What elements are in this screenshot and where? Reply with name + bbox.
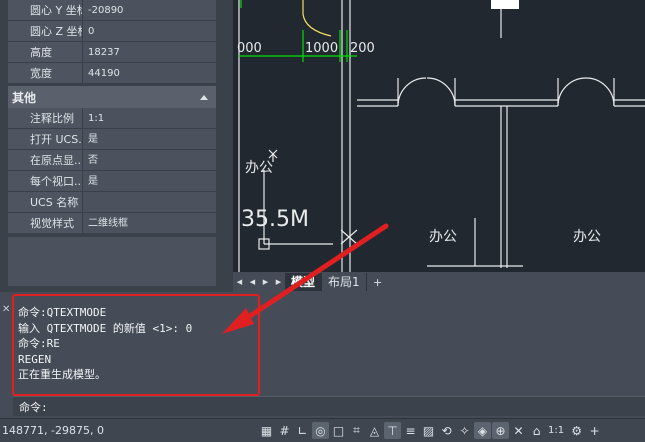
property-value[interactable]: 是 xyxy=(82,129,216,149)
property-key: 宽度 xyxy=(8,63,82,83)
property-value[interactable]: 是 xyxy=(82,171,216,191)
property-row[interactable]: 高度 18237 xyxy=(8,42,216,63)
section-header-other[interactable]: 其他 xyxy=(8,86,216,108)
property-key: 每个视口... xyxy=(8,171,82,191)
property-value[interactable]: 44190 xyxy=(82,63,216,83)
collapse-icon[interactable] xyxy=(200,94,208,100)
transparency-icon[interactable]: ▨ xyxy=(420,422,437,439)
property-key: 高度 xyxy=(8,42,82,62)
room-label: 办公 xyxy=(429,229,457,245)
plus-icon[interactable]: + xyxy=(586,422,603,439)
property-row[interactable]: 视觉样式 二维线框 xyxy=(8,213,216,234)
property-key: 圆心 Z 坐标 xyxy=(8,21,82,41)
property-row[interactable]: 圆心 Y 坐标 -20890 xyxy=(8,0,216,21)
properties-palette: 圆心 Y 坐标 -20890 圆心 Z 坐标 0 高度 18237 宽度 441… xyxy=(0,0,233,292)
door-arc-yellow xyxy=(302,0,332,37)
property-value[interactable]: 否 xyxy=(82,150,216,170)
next-tab-icon[interactable]: ▶ xyxy=(259,274,272,290)
property-key: 注释比例 xyxy=(8,108,82,128)
annotation-scale-icon[interactable]: ⌂ xyxy=(528,422,545,439)
close-icon[interactable]: ✕ xyxy=(2,304,10,315)
highlight-box xyxy=(12,294,260,396)
status-bar: 148771, -29875, 0 ▦ # ∟ ◎ □ ⌗ ◬ ⊤ ≡ ▨ ⟲ … xyxy=(0,418,645,442)
door-swing xyxy=(426,77,456,107)
property-value[interactable]: 0 xyxy=(82,21,216,41)
property-row[interactable]: 圆心 Z 坐标 0 xyxy=(8,21,216,42)
grid-icon[interactable]: ▦ xyxy=(258,422,275,439)
tab-model[interactable]: 模型 xyxy=(285,273,323,291)
property-key: UCS 名称 xyxy=(8,192,82,212)
add-layout-button[interactable]: + xyxy=(367,276,389,289)
property-value[interactable]: -20890 xyxy=(82,0,216,20)
layout-tabs: ◀ ◀ ▶ ▶ 模型 布局1 + xyxy=(233,272,645,292)
isodraft-icon[interactable]: ◬ xyxy=(366,422,383,439)
property-value[interactable]: 1:1 xyxy=(82,108,216,128)
prev-tab-icon[interactable]: ◀ xyxy=(246,274,259,290)
room-label: 办公 xyxy=(573,229,601,245)
floor-plan: 000 1000 200 35.5M 办公 办公 办公 xyxy=(237,0,645,272)
dimension-text: 200 xyxy=(350,41,375,56)
tab-layout1[interactable]: 布局1 xyxy=(322,273,367,291)
cad-application: 圆心 Y 坐标 -20890 圆心 Z 坐标 0 高度 18237 宽度 441… xyxy=(0,0,645,442)
workspace-icon[interactable]: ⚙ xyxy=(568,422,585,439)
dynamic-input-icon[interactable]: ⊤ xyxy=(384,422,401,439)
gizmo-icon[interactable]: ⊕ xyxy=(492,422,509,439)
dimension-text: 000 xyxy=(237,41,262,56)
properties-empty-area xyxy=(8,237,216,286)
property-row[interactable]: 打开 UCS... 是 xyxy=(8,129,216,150)
snap-icon[interactable]: # xyxy=(276,422,293,439)
first-tab-icon[interactable]: ◀ xyxy=(233,274,246,290)
property-key: 视觉样式 xyxy=(8,213,82,233)
selection-filter-icon[interactable]: ◈ xyxy=(474,422,491,439)
property-key: 圆心 Y 坐标 xyxy=(8,0,82,20)
property-value[interactable]: 二维线框 xyxy=(82,213,216,233)
command-input[interactable]: 命令: xyxy=(13,396,645,416)
status-toggles: ▦ # ∟ ◎ □ ⌗ ◬ ⊤ ≡ ▨ ⟲ ✧ ◈ ⊕ ✕ ⌂ 1:1 ⚙ + xyxy=(258,422,604,439)
section-title: 其他 xyxy=(12,90,37,105)
lineweight-icon[interactable]: ≡ xyxy=(402,422,419,439)
door-swing xyxy=(585,77,615,107)
polar-icon[interactable]: ◎ xyxy=(312,422,329,439)
elevation-text: 35.5M xyxy=(241,207,309,232)
title-block xyxy=(491,0,519,9)
property-row[interactable]: 在原点显... 否 xyxy=(8,150,216,171)
otrack-icon[interactable]: ⌗ xyxy=(348,422,365,439)
door-swing xyxy=(397,77,427,107)
3d-osnap-icon[interactable]: ✧ xyxy=(456,422,473,439)
palette-scrollbar[interactable] xyxy=(221,0,231,292)
property-row[interactable]: 每个视口... 是 xyxy=(8,171,216,192)
ortho-icon[interactable]: ∟ xyxy=(294,422,311,439)
property-value[interactable] xyxy=(82,192,216,212)
door-swing xyxy=(557,77,587,107)
annotation-scale-value[interactable]: 1:1 xyxy=(548,425,564,436)
selection-cycling-icon[interactable]: ⟲ xyxy=(438,422,455,439)
coordinate-readout: 148771, -29875, 0 xyxy=(2,424,104,437)
command-window: ✕ 命令:QTEXTMODE 输入 QTEXTMODE 的新值 <1>: 0 命… xyxy=(0,292,645,418)
room-label: 办公 xyxy=(245,160,273,176)
dimension-text: 1000 xyxy=(305,41,338,56)
command-prompt: 命令: xyxy=(19,401,48,414)
osnap-icon[interactable]: □ xyxy=(330,422,347,439)
last-tab-icon[interactable]: ▶ xyxy=(272,274,285,290)
property-row[interactable]: UCS 名称 xyxy=(8,192,216,213)
property-value[interactable]: 18237 xyxy=(82,42,216,62)
drawing-canvas[interactable]: 000 1000 200 35.5M 办公 办公 办公 xyxy=(233,0,645,272)
property-key: 打开 UCS... xyxy=(8,129,82,149)
property-row[interactable]: 宽度 44190 xyxy=(8,63,216,84)
property-key: 在原点显... xyxy=(8,150,82,170)
annotation-visibility-icon[interactable]: ✕ xyxy=(510,422,527,439)
property-row[interactable]: 注释比例 1:1 xyxy=(8,108,216,129)
